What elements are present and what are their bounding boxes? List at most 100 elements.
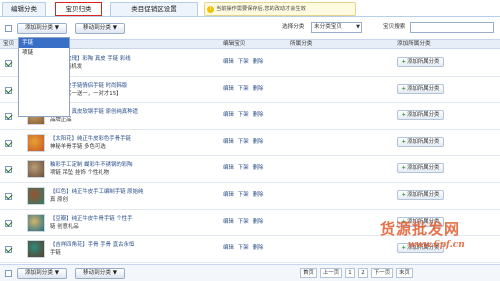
delist-link[interactable]: 下架: [238, 165, 249, 171]
delist-link[interactable]: 下架: [238, 86, 249, 92]
product-title-line2: 项链 吊坠 挂饰 个性礼物: [50, 170, 110, 177]
table-row: 【鱼与玫瑰】彩陶 真皮 手链 彩线【4色 随机发 编辑下架删除 +添加所属分类: [0, 50, 500, 77]
product-title[interactable]: 纯正牛皮手链情侣手链 时尚韩版 【新品买一送一，一对才15】: [50, 82, 200, 98]
pager-page-2[interactable]: 2: [358, 268, 368, 278]
move-to-category-button[interactable]: 移动到分类 ▼: [75, 23, 125, 34]
delete-link[interactable]: 删除: [253, 86, 264, 92]
product-title[interactable]: 【红色】纯正牛皮手工编制手链 原始纯真 原创: [50, 188, 200, 204]
table-row: 【复古】真皮软钢手链 原创纯真种遗 品牌正品 编辑 下架 删除 +添加所属分类: [0, 103, 500, 130]
row-actions: 编辑 下架 删除: [223, 57, 267, 65]
product-title-line2: 手链: [50, 250, 61, 257]
product-title[interactable]: 【复古】真皮软钢手链 原创纯真种遗 品牌正品: [50, 108, 200, 124]
header-edit: 编辑宝贝: [223, 41, 246, 47]
tab-promo-area-settings[interactable]: 类目促销区设置: [110, 2, 198, 16]
add-category-button[interactable]: +添加所属分类: [397, 57, 444, 67]
delist-link[interactable]: 下架: [238, 112, 249, 118]
delete-link[interactable]: 删除: [253, 59, 264, 65]
category-filter-select[interactable]: 未分类宝贝 ▼: [311, 22, 362, 33]
delete-link[interactable]: 删除: [253, 245, 264, 251]
add-category-button[interactable]: +添加所属分类: [397, 110, 444, 121]
pager-page-1[interactable]: 1: [345, 268, 355, 278]
delist-link[interactable]: 下架: [238, 219, 249, 225]
add-category-button[interactable]: +添加所属分类: [397, 136, 444, 147]
row-checkbox[interactable]: [5, 113, 12, 121]
table-header: 宝贝 编辑宝贝 所属分类 添加所属分类: [0, 39, 500, 49]
edit-link[interactable]: 编辑: [223, 165, 234, 171]
edit-link[interactable]: 编辑: [223, 219, 234, 225]
row-checkbox[interactable]: [5, 86, 12, 94]
delete-link[interactable]: 删除: [253, 192, 264, 198]
row-checkbox[interactable]: [5, 60, 12, 67]
tab-item-categorize[interactable]: 宝贝归类: [55, 2, 102, 16]
header-category: 所属分类: [290, 41, 313, 47]
plus-icon: +: [401, 85, 407, 92]
edit-link[interactable]: 编辑: [223, 245, 234, 251]
row-checkbox[interactable]: [5, 139, 12, 147]
product-title-line1: 釉彩手工定制 蝴彩牛不锈钢的彩陶: [50, 162, 133, 169]
pager-prev[interactable]: 上一页: [320, 268, 342, 278]
product-title[interactable]: 【吉祥四角花】手骨 手骨 直古永恒 手链: [50, 241, 200, 257]
row-actions: 编辑 下架 删除: [223, 217, 267, 225]
edit-link[interactable]: 编辑: [223, 59, 234, 65]
add-category-label: 添加所属分类: [407, 138, 440, 145]
delist-link[interactable]: 下架: [238, 139, 249, 145]
delete-link[interactable]: 删除: [253, 165, 264, 171]
category-filter-value: 未分类宝贝: [314, 24, 342, 30]
edit-link[interactable]: 编辑: [223, 86, 234, 92]
select-all-checkbox[interactable]: [5, 25, 12, 32]
product-title[interactable]: 【鱼与玫瑰】彩陶 真皮 手链 彩线【4色 随机发: [50, 55, 200, 71]
product-title-line1: 纯正牛皮手链情侣手链 时尚韩版: [50, 82, 128, 89]
product-thumbnail[interactable]: [27, 240, 45, 259]
delete-link[interactable]: 删除: [253, 139, 264, 145]
delete-link[interactable]: 删除: [253, 112, 264, 118]
row-actions: 编辑 下架 删除: [223, 137, 267, 145]
add-category-label: 添加所属分类: [407, 218, 440, 225]
table-row: 纯正牛皮手链情侣手链 时尚韩版 【新品买一送一，一对才15】 编辑 下架 删除 +添加所属…: [0, 77, 500, 104]
delete-link[interactable]: 删除: [253, 219, 264, 225]
dropdown-item-necklace[interactable]: 项链: [19, 48, 69, 58]
pager-next[interactable]: 下一页: [371, 268, 393, 278]
product-title[interactable]: 釉彩手工定制 蝴彩牛不锈钢的彩陶 项链 吊坠 挂饰 个性礼物: [50, 161, 200, 177]
add-category-button[interactable]: +添加所属分类: [397, 243, 444, 254]
plus-icon: +: [401, 112, 407, 119]
row-checkbox[interactable]: [5, 219, 12, 227]
add-to-category-button-bottom[interactable]: 添加到分类 ▼: [17, 268, 67, 279]
product-title-line2: 品牌正品: [50, 117, 72, 124]
table-row: 【豆瓣】纯正牛皮牛骨手链 个性手链 创意礼品 编辑 下架 删除 +添加所属分类: [0, 210, 500, 237]
row-checkbox[interactable]: [5, 246, 12, 254]
edit-link[interactable]: 编辑: [223, 112, 234, 118]
add-category-button[interactable]: +添加所属分类: [397, 163, 444, 174]
search-input[interactable]: [410, 22, 494, 33]
pager-first[interactable]: 首页: [300, 268, 317, 278]
add-to-category-button[interactable]: 添加到分类 ▼: [17, 23, 67, 34]
product-thumbnail[interactable]: [27, 133, 45, 152]
move-to-category-label-bottom: 移动到分类: [82, 270, 111, 276]
bottom-toolbar: 添加到分类 ▼ 移动到分类 ▼ 首页 上一页 1 2 下一页 末页: [0, 264, 500, 281]
add-category-label: 添加所属分类: [407, 85, 440, 92]
row-checkbox[interactable]: [5, 166, 12, 174]
table-row: 【太阳花】纯正牛皮彩色手骨手链 神秘羊骨手链 多色可选 编辑 下架 删除 +添加所属分类: [0, 130, 500, 157]
product-title-line1: 【太阳花】纯正牛皮彩色手骨手链: [50, 135, 131, 142]
product-thumbnail[interactable]: [27, 213, 45, 232]
product-thumbnail[interactable]: [27, 187, 45, 205]
delist-link[interactable]: 下架: [238, 245, 249, 251]
delist-link[interactable]: 下架: [238, 59, 249, 65]
add-category-button[interactable]: +添加所属分类: [397, 216, 444, 227]
table-row: 釉彩手工定制 蝴彩牛不锈钢的彩陶 项链 吊坠 挂饰 个性礼物 编辑 下架 删除 +添加所属…: [0, 156, 500, 183]
add-category-button[interactable]: +添加所属分类: [397, 190, 444, 200]
product-title[interactable]: 【豆瓣】纯正牛皮牛骨手链 个性手链 创意礼品: [50, 215, 200, 231]
move-to-category-button-bottom[interactable]: 移动到分类 ▼: [75, 268, 125, 279]
edit-link[interactable]: 编辑: [223, 139, 234, 145]
edit-link[interactable]: 编辑: [223, 192, 234, 198]
tab-edit-category[interactable]: 编辑分类: [2, 2, 46, 16]
select-all-checkbox-bottom[interactable]: [5, 270, 12, 277]
add-category-button[interactable]: +添加所属分类: [397, 83, 444, 94]
plus-icon: +: [401, 192, 407, 198]
product-thumbnail[interactable]: [27, 160, 45, 179]
delist-link[interactable]: 下架: [238, 192, 249, 198]
product-title[interactable]: 【太阳花】纯正牛皮彩色手骨手链 神秘羊骨手链 多色可选: [50, 135, 200, 151]
row-checkbox[interactable]: [5, 193, 12, 200]
pager-last[interactable]: 末页: [396, 268, 413, 278]
dropdown-item-bracelet[interactable]: 手链: [19, 38, 69, 48]
product-title-line2: 神秘羊骨手链 多色可选: [50, 143, 106, 150]
